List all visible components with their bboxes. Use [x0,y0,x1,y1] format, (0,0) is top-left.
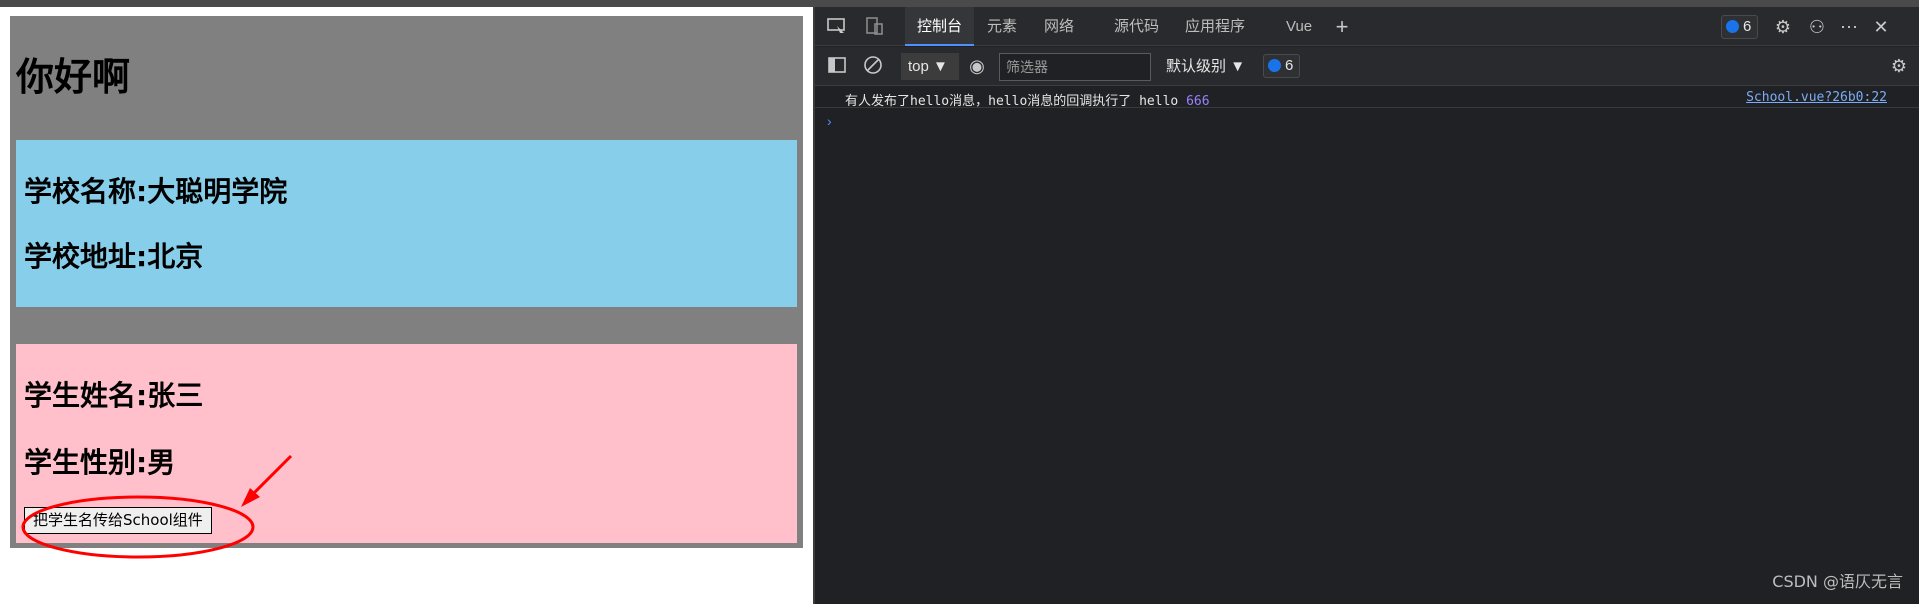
dropdown-arrow-icon: ▼ [933,58,948,75]
watermark: CSDN @语仄无言 [1772,572,1903,591]
console-output: 有人发布了hello消息，hello消息的回调执行了 hello 666 Sch… [815,87,1919,604]
school-name: 学校名称:大聪明学院 [24,175,288,208]
customize-icon[interactable]: ⚇ [1805,15,1829,39]
tab-application[interactable]: 应用程序 [1185,7,1245,46]
message-icon [1268,59,1281,72]
school-address: 学校地址:北京 [24,240,204,273]
log-message: 有人发布了hello消息，hello消息的回调执行了 hello 666 [845,94,1210,109]
filter-input[interactable] [999,53,1151,81]
clear-console-icon[interactable] [861,54,885,78]
log-level-select[interactable]: 默认级别 ▼ [1166,53,1245,80]
tab-vue[interactable]: Vue [1286,7,1312,46]
console-settings-icon[interactable]: ⚙ [1887,54,1911,78]
context-select[interactable]: top ▼ [901,53,959,80]
devtools-panel: 控制台 元素 网络 源代码 应用程序 Vue + 6 ⚙ ⚇ ⋯ ✕ top ▼… [813,7,1919,604]
gear-icon[interactable]: ⚙ [1771,15,1795,39]
tab-sources[interactable]: 源代码 [1114,7,1159,46]
log-source-link[interactable]: School.vue?26b0:22 [1746,90,1887,105]
app-page: 你好啊 学校名称:大聪明学院 学校地址:北京 学生姓名:张三 学生性别:男 把学… [0,7,813,604]
message-icon [1726,20,1739,33]
more-icon[interactable]: ⋯ [1837,15,1861,39]
close-icon[interactable]: ✕ [1869,15,1893,39]
add-tab-icon[interactable]: + [1330,15,1354,39]
tab-elements[interactable]: 元素 [987,7,1017,46]
devtools-tabbar: 控制台 元素 网络 源代码 应用程序 Vue + 6 ⚙ ⚇ ⋯ ✕ [815,7,1919,46]
tab-network[interactable]: 网络 [1044,7,1074,46]
inspect-icon[interactable] [825,15,849,39]
dropdown-arrow-icon: ▼ [1230,58,1246,75]
send-student-name-button[interactable]: 把学生名传给School组件 [24,507,212,534]
console-toolbar: top ▼ ◉ 默认级别 ▼ 6 ⚙ [815,47,1919,86]
app-root: 你好啊 学校名称:大聪明学院 学校地址:北京 学生姓名:张三 学生性别:男 把学… [10,16,803,548]
student-name: 学生姓名:张三 [24,379,204,412]
device-toolbar-icon[interactable] [863,15,887,39]
app-title: 你好啊 [16,55,131,99]
issues-badge[interactable]: 6 [1721,15,1759,39]
school-component: 学校名称:大聪明学院 学校地址:北京 [16,140,797,307]
log-value: 666 [1186,94,1210,109]
message-count-badge[interactable]: 6 [1263,54,1301,78]
tab-console[interactable]: 控制台 [905,7,975,46]
sidebar-toggle-icon[interactable] [825,54,849,78]
student-component: 学生姓名:张三 学生性别:男 把学生名传给School组件 [16,344,797,543]
console-prompt-icon[interactable]: › [827,113,832,129]
console-log-row: 有人发布了hello消息，hello消息的回调执行了 hello 666 Sch… [815,87,1919,109]
student-gender: 学生性别:男 [24,446,176,479]
eye-icon[interactable]: ◉ [965,54,989,78]
window-top-strip [0,0,1919,7]
